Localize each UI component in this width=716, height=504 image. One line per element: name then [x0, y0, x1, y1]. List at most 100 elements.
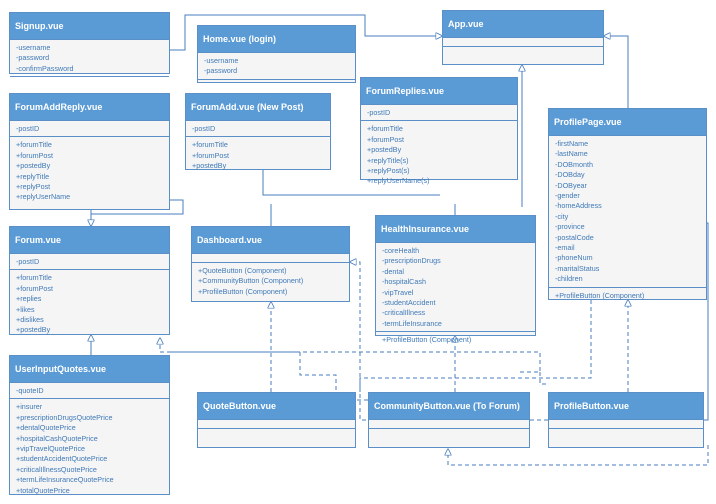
method: +hospitalCashQuotePrice — [16, 433, 98, 443]
attributes-section: -username -password -confirmPassword — [10, 39, 169, 76]
attribute: -termLifeInsurance — [382, 318, 442, 328]
method: +forumPost — [16, 283, 53, 293]
attributes-section — [443, 37, 603, 46]
attribute: -firstName — [555, 139, 589, 148]
class-name: ForumReplies.vue — [361, 78, 517, 104]
edge-forum-to-healthinsurance — [170, 351, 541, 373]
method: +replyUserName — [16, 192, 71, 202]
class-name: ForumAdd.vue (New Post) — [186, 94, 330, 120]
class-name: ProfilePage.vue — [549, 109, 706, 135]
attributes-section: -postID — [10, 253, 169, 269]
method: +forumTitle — [16, 140, 52, 150]
method: +postedBy — [367, 145, 402, 155]
method: +criticalIllnessQuotePrice — [16, 464, 97, 474]
attribute: -dental — [382, 266, 404, 276]
attribute: -quoteID — [16, 386, 44, 395]
method: +dislikes — [16, 315, 44, 325]
attribute: -studentAccident — [382, 298, 436, 308]
method: +forumPost — [192, 150, 229, 160]
method: +postedBy — [16, 325, 51, 335]
class-quote-button[interactable]: QuoteButton.vue — [197, 392, 356, 448]
attribute: -lastName — [555, 149, 588, 159]
attribute: -postID — [367, 108, 391, 117]
class-forum-add[interactable]: ForumAdd.vue (New Post) -postID +forumTitl… — [185, 93, 331, 170]
method: +studentAccidentQuotePrice — [16, 454, 108, 464]
class-home-login[interactable]: Home.vue (login) -username -password — [197, 25, 356, 83]
class-name: Forum.vue — [10, 227, 169, 253]
method: +QuoteButton (Component) — [198, 266, 287, 275]
method: +ProfileButton (Component) — [555, 290, 645, 300]
methods-section: +insurer +prescriptionDrugsQuotePrice +den… — [10, 398, 169, 498]
class-name: HealthInsurance.vue — [376, 216, 535, 242]
class-name: QuoteButton.vue — [198, 393, 355, 419]
methods-section: +ProfileButton (Component) — [376, 331, 535, 347]
method: +vipTravelQuotePrice — [16, 444, 86, 454]
class-forum[interactable]: Forum.vue -postID +forumTitle +forumPost +re… — [9, 226, 170, 335]
attribute: -password — [16, 53, 50, 63]
methods-section — [198, 78, 355, 88]
attribute: -email — [555, 243, 575, 253]
class-name: Dashboard.vue — [192, 227, 349, 253]
methods-section — [369, 428, 529, 437]
class-health-insurance[interactable]: HealthInsurance.vue -coreHealth -prescript… — [375, 215, 536, 344]
methods-section — [549, 428, 703, 437]
attribute: -city — [555, 211, 569, 221]
attributes-section: -quoteID — [10, 382, 169, 398]
class-community-button[interactable]: CommunityButton.vue (To Forum) — [368, 392, 530, 448]
attributes-section — [369, 419, 529, 428]
class-forum-add-reply[interactable]: ForumAddReply.vue -postID +forumTitle +foru… — [9, 93, 170, 210]
edge-communitybutton-to-userinputquotes — [160, 338, 368, 401]
attribute: -criticalIllness — [382, 308, 426, 318]
attributes-section: -firstName -lastName -DOBmonth -DOBday -DOBy… — [549, 135, 706, 287]
methods-section: +forumTitle +forumPost +postedBy — [186, 136, 330, 173]
class-name: CommunityButton.vue (To Forum) — [369, 393, 529, 419]
method: +ProfileButton (Component) — [198, 286, 288, 296]
class-forum-replies[interactable]: ForumReplies.vue -postID +forumTitle +forum… — [360, 77, 518, 185]
method: +totalQuotePrice — [16, 485, 70, 495]
method: +replies — [16, 294, 42, 304]
edge-profilepage-to-app — [604, 36, 629, 108]
class-app[interactable]: App.vue — [442, 10, 604, 65]
method: +replyUserName(s) — [367, 176, 430, 186]
attribute: -maritalStatus — [555, 263, 600, 273]
method: +ProfileButton (Component) — [382, 335, 472, 345]
method: +forumTitle — [192, 140, 228, 150]
attributes-section: -coreHealth -prescriptionDrugs -dental -hos… — [376, 242, 535, 331]
class-dashboard[interactable]: Dashboard.vue +QuoteButton (Component) +Co… — [191, 226, 350, 302]
method: +forumPost — [367, 134, 404, 144]
methods-section — [10, 76, 169, 85]
methods-section: +ProfileButton (Component) — [549, 286, 706, 303]
method: +replyTitle(s) — [367, 155, 409, 165]
attribute: -province — [555, 222, 585, 232]
attribute: -postID — [16, 124, 40, 133]
attribute: -children — [555, 274, 583, 284]
attribute: -confirmPassword — [16, 63, 74, 73]
class-diagram: Signup.vue -username -password -confirmPass… — [0, 0, 716, 504]
attributes-section: -postID — [186, 120, 330, 136]
class-profile-page[interactable]: ProfilePage.vue -firstName -lastName -DOBmo… — [548, 108, 707, 300]
method: +forumTitle — [367, 124, 403, 134]
attributes-section: -username -password — [198, 52, 355, 79]
class-user-input-quotes[interactable]: UserInputQuotes.vue -quoteID +insurer +pres… — [9, 355, 170, 495]
method: +postedBy — [192, 161, 227, 171]
attributes-section — [198, 419, 355, 428]
attributes-section — [549, 419, 703, 428]
methods-section: +forumTitle +forumPost +postedBy +replyTitl… — [361, 120, 517, 188]
method: +replyPost — [16, 182, 51, 192]
method: +replyTitle — [16, 171, 50, 181]
class-profile-button[interactable]: ProfileButton.vue — [548, 392, 704, 448]
attribute: -hospitalCash — [382, 277, 426, 287]
methods-section: +forumTitle +forumPost +postedBy +replyTitl… — [10, 136, 169, 204]
class-signup[interactable]: Signup.vue -username -password -confirmPass… — [9, 12, 170, 78]
attribute: -coreHealth — [382, 246, 420, 255]
attribute: -prescriptionDrugs — [382, 256, 441, 266]
attributes-section — [192, 253, 349, 262]
method: +insurer — [16, 402, 43, 412]
attribute: -gender — [555, 191, 580, 201]
attribute: -vipTravel — [382, 287, 414, 297]
class-name: ProfileButton.vue — [549, 393, 703, 419]
edge-to-communitybutton-bottom — [448, 445, 709, 466]
method: +dentalQuotePrice — [16, 423, 76, 433]
class-name: UserInputQuotes.vue — [10, 356, 169, 382]
methods-section — [443, 46, 603, 55]
